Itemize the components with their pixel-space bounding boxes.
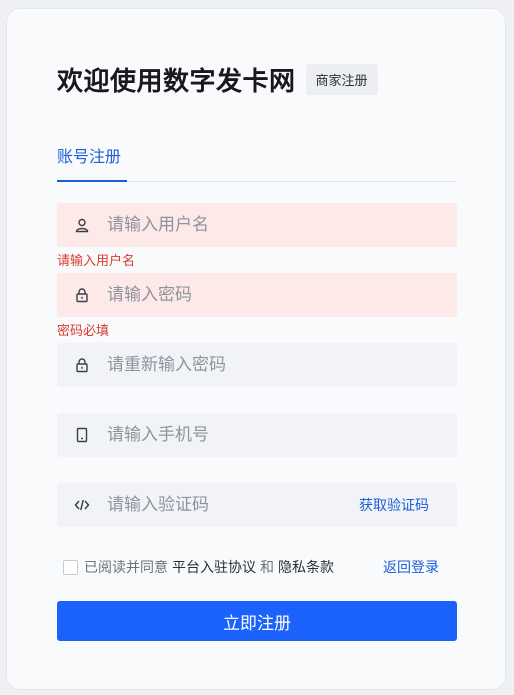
confirm-password-input[interactable] <box>107 343 457 387</box>
privacy-terms-link[interactable]: 隐私条款 <box>278 557 334 577</box>
password-error: 密码必填 <box>57 324 110 339</box>
username-field[interactable] <box>57 203 457 247</box>
agreement-checkbox[interactable] <box>63 559 78 575</box>
register-button[interactable]: 立即注册 <box>57 601 457 641</box>
get-code-button[interactable]: 获取验证码 <box>359 495 429 515</box>
agreement-row: 已阅读并同意 平台入驻协议 和 隐私条款 <box>63 557 334 577</box>
phone-field[interactable] <box>57 413 457 457</box>
confirm-password-field[interactable] <box>57 343 457 387</box>
tab-account-register[interactable]: 账号注册 <box>57 145 127 182</box>
agreement-conjunction: 和 <box>260 560 274 576</box>
page-title: 欢迎使用数字发卡网 <box>57 67 296 97</box>
user-icon <box>57 217 107 233</box>
username-error: 请输入用户名 <box>57 254 136 269</box>
password-input[interactable] <box>107 273 457 317</box>
back-to-login-link[interactable]: 返回登录 <box>383 557 439 577</box>
tab-bar: 账号注册 <box>57 145 457 182</box>
platform-agreement-link[interactable]: 平台入驻协议 <box>172 557 256 577</box>
merchant-register-badge: 商家注册 <box>305 64 378 95</box>
lock-icon <box>57 287 107 303</box>
header: 欢迎使用数字发卡网 商家注册 <box>57 61 378 98</box>
password-field[interactable] <box>57 273 457 317</box>
tab-account-register-label: 账号注册 <box>57 147 122 166</box>
agreement-prefix: 已阅读并同意 <box>84 560 168 576</box>
phone-input[interactable] <box>107 413 457 457</box>
tab-active-indicator <box>57 180 127 182</box>
register-card: 欢迎使用数字发卡网 商家注册 账号注册 请输入用户名 密码必填 <box>6 8 506 690</box>
code-input[interactable] <box>107 483 359 527</box>
username-input[interactable] <box>107 203 457 247</box>
code-icon <box>57 497 107 513</box>
code-field[interactable]: 获取验证码 <box>57 483 457 527</box>
mobile-icon <box>57 427 107 443</box>
lock-icon <box>57 357 107 373</box>
